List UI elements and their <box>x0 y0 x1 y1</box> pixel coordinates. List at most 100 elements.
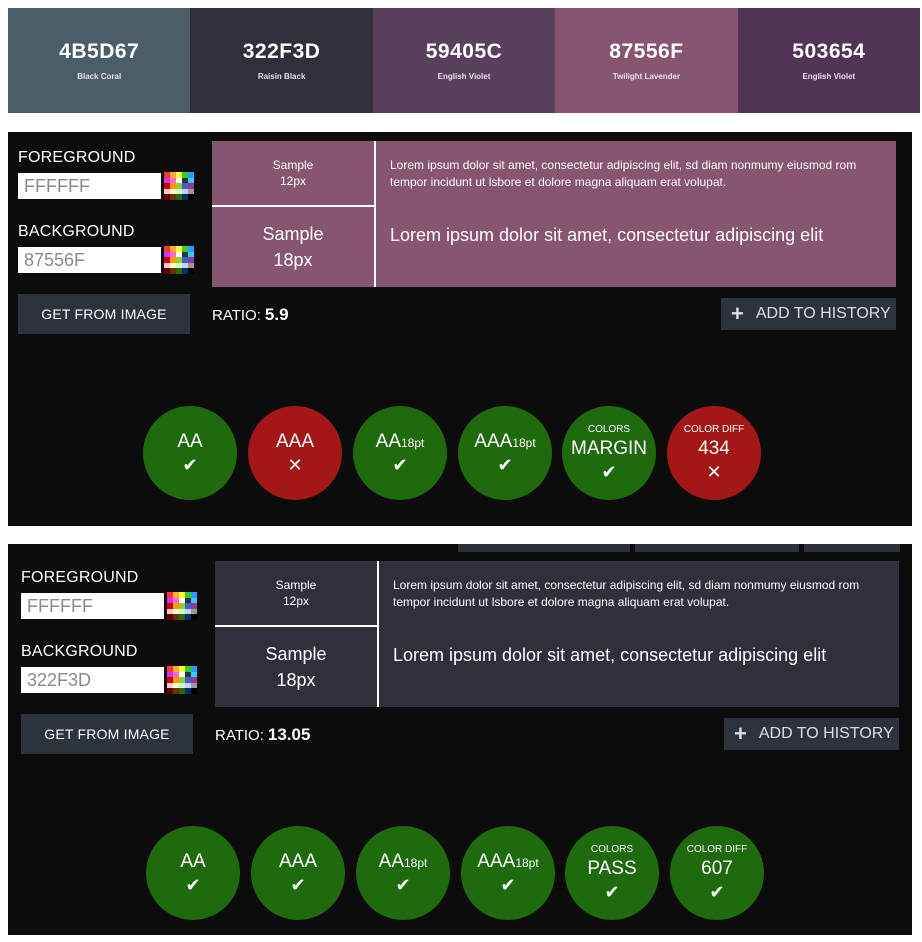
foreground-label: FOREGROUND <box>18 149 136 166</box>
swatch-name: English Violet <box>802 72 856 81</box>
check-icon: ✔ <box>182 455 198 475</box>
check-icon: ✔ <box>392 455 408 475</box>
tab-stub <box>804 544 900 552</box>
add-to-history-label: ADD TO HISTORY <box>755 305 891 322</box>
badge-aa: AA ✔ <box>146 826 240 920</box>
swatch-hex: 4B5D67 <box>59 40 140 63</box>
badge-color-diff: COLOR DIFF 434 ✕ <box>667 406 761 500</box>
sample-text-large: Lorem ipsum dolor sit amet, consectetur … <box>393 645 827 665</box>
get-from-image-button[interactable]: GET FROM IMAGE <box>18 294 190 334</box>
badge-aaa-18pt: AAA18pt ✔ <box>458 406 552 500</box>
badge-top: COLORS <box>587 424 631 435</box>
sample-18px-cell: Sample 18px <box>212 207 376 287</box>
foreground-input[interactable] <box>18 173 161 199</box>
sample-18px-cell: Sample 18px <box>215 627 379 707</box>
badge-label: 607 <box>701 858 733 879</box>
check-icon: ✔ <box>709 882 725 902</box>
background-input[interactable] <box>21 667 164 693</box>
contrast-checker-panel-1: FOREGROUND BACKGROUND GET FROM IMAGE Sam… <box>8 132 912 526</box>
palette-swatch-1[interactable]: 4B5D67 Black Coral <box>8 8 191 113</box>
badge-aaa: AAA ✔ <box>251 826 345 920</box>
swatch-name: English Violet <box>437 72 491 81</box>
contrast-ratio: RATIO: 13.05 <box>215 725 310 745</box>
swatch-hex: 59405C <box>425 40 503 63</box>
tab-stub <box>458 544 630 552</box>
sample-preview: Sample 12px Sample 18px Lorem ipsum dolo… <box>215 561 899 707</box>
palette-swatch-2[interactable]: 322F3D Raisin Black <box>190 8 373 113</box>
swatch-name: Black Coral <box>77 72 122 81</box>
badge-top: COLOR DIFF <box>686 844 748 855</box>
sample-label: Sample <box>272 158 314 172</box>
contrast-checker-panel-2: FOREGROUND BACKGROUND GET FROM IMAGE Sam… <box>8 544 912 935</box>
foreground-input[interactable] <box>21 593 164 619</box>
background-color-picker-icon[interactable] <box>164 246 194 274</box>
badge-main: AAA <box>474 431 513 452</box>
swatch-name: Raisin Black <box>257 72 306 81</box>
badge-colors: COLORS MARGIN ✔ <box>562 406 656 500</box>
sample-label: Sample <box>265 644 327 664</box>
swatch-hex: 87556F <box>609 40 684 63</box>
cross-icon: ✕ <box>287 455 303 475</box>
badge-main: AA <box>375 431 401 452</box>
badge-color-diff: COLOR DIFF 607 ✔ <box>670 826 764 920</box>
background-input[interactable] <box>18 247 161 273</box>
check-icon: ✔ <box>604 882 620 902</box>
tab-stub <box>635 544 799 552</box>
sample-12px-cell: Sample 12px <box>215 561 379 627</box>
ratio-label: RATIO: <box>212 307 261 324</box>
check-icon: ✔ <box>601 462 617 482</box>
foreground-color-picker-icon[interactable] <box>167 592 197 620</box>
contrast-ratio: RATIO: 5.9 <box>212 305 289 325</box>
badge-label: AA18pt <box>379 851 428 873</box>
sample-size: 12px <box>282 594 310 608</box>
palette-swatch-3[interactable]: 59405C English Violet <box>372 8 556 113</box>
background-color-picker-icon[interactable] <box>167 666 197 694</box>
ratio-label: RATIO: <box>215 727 264 744</box>
badge-sub: 18pt <box>404 856 428 870</box>
palette-swatch-5[interactable]: 503654 English Violet <box>737 8 921 113</box>
badge-label: AAA <box>275 431 315 452</box>
sample-text-large: Lorem ipsum dolor sit amet, consectetur … <box>390 225 824 245</box>
sample-text-small: Lorem ipsum dolor sit amet, consectetur … <box>390 158 857 189</box>
badge-colors: COLORS PASS ✔ <box>565 826 659 920</box>
check-icon: ✔ <box>290 875 306 895</box>
foreground-label: FOREGROUND <box>21 569 139 586</box>
sample-12px-cell: Sample 12px <box>212 141 376 207</box>
sample-label: Sample <box>275 578 317 592</box>
badge-top: COLORS <box>590 844 634 855</box>
badge-label: MARGIN <box>571 438 647 459</box>
sample-preview: Sample 12px Sample 18px Lorem ipsum dolo… <box>212 141 896 287</box>
check-icon: ✔ <box>395 875 411 895</box>
sample-size: 18px <box>273 250 313 270</box>
badge-aa-18pt: AA18pt ✔ <box>356 826 450 920</box>
add-to-history-label: ADD TO HISTORY <box>758 725 894 742</box>
add-to-history-button[interactable]: + ADD TO HISTORY <box>724 718 899 750</box>
swatch-name: Twilight Lavender <box>612 72 681 81</box>
check-icon: ✔ <box>497 455 513 475</box>
sample-text-small: Lorem ipsum dolor sit amet, consectetur … <box>393 578 860 609</box>
add-to-history-button[interactable]: + ADD TO HISTORY <box>721 298 896 330</box>
badge-label: PASS <box>587 858 637 879</box>
badge-main: AA <box>378 851 404 872</box>
badge-sub: 18pt <box>401 436 425 450</box>
swatch-hex: 503654 <box>792 40 866 63</box>
badge-aaa-18pt: AAA18pt ✔ <box>461 826 555 920</box>
sample-size: 12px <box>279 174 307 188</box>
cross-icon: ✕ <box>706 462 722 482</box>
background-label: BACKGROUND <box>18 223 135 240</box>
badge-label: 434 <box>698 438 730 459</box>
swatch-hex: 322F3D <box>242 40 321 63</box>
badge-label: AAA18pt <box>477 851 538 873</box>
badge-label: AAA18pt <box>474 431 535 453</box>
plus-icon: + <box>734 721 747 746</box>
badge-aa-18pt: AA18pt ✔ <box>353 406 447 500</box>
get-from-image-button[interactable]: GET FROM IMAGE <box>21 714 193 754</box>
badge-main: AAA <box>477 851 516 872</box>
sample-label: Sample <box>262 224 324 244</box>
palette-swatch-4[interactable]: 87556F Twilight Lavender <box>555 8 738 113</box>
color-palette: 4B5D67 Black Coral 322F3D Raisin Black 5… <box>8 8 921 113</box>
badge-label: AA18pt <box>376 431 425 453</box>
plus-icon: + <box>731 301 744 326</box>
badge-aa: AA ✔ <box>143 406 237 500</box>
foreground-color-picker-icon[interactable] <box>164 172 194 200</box>
